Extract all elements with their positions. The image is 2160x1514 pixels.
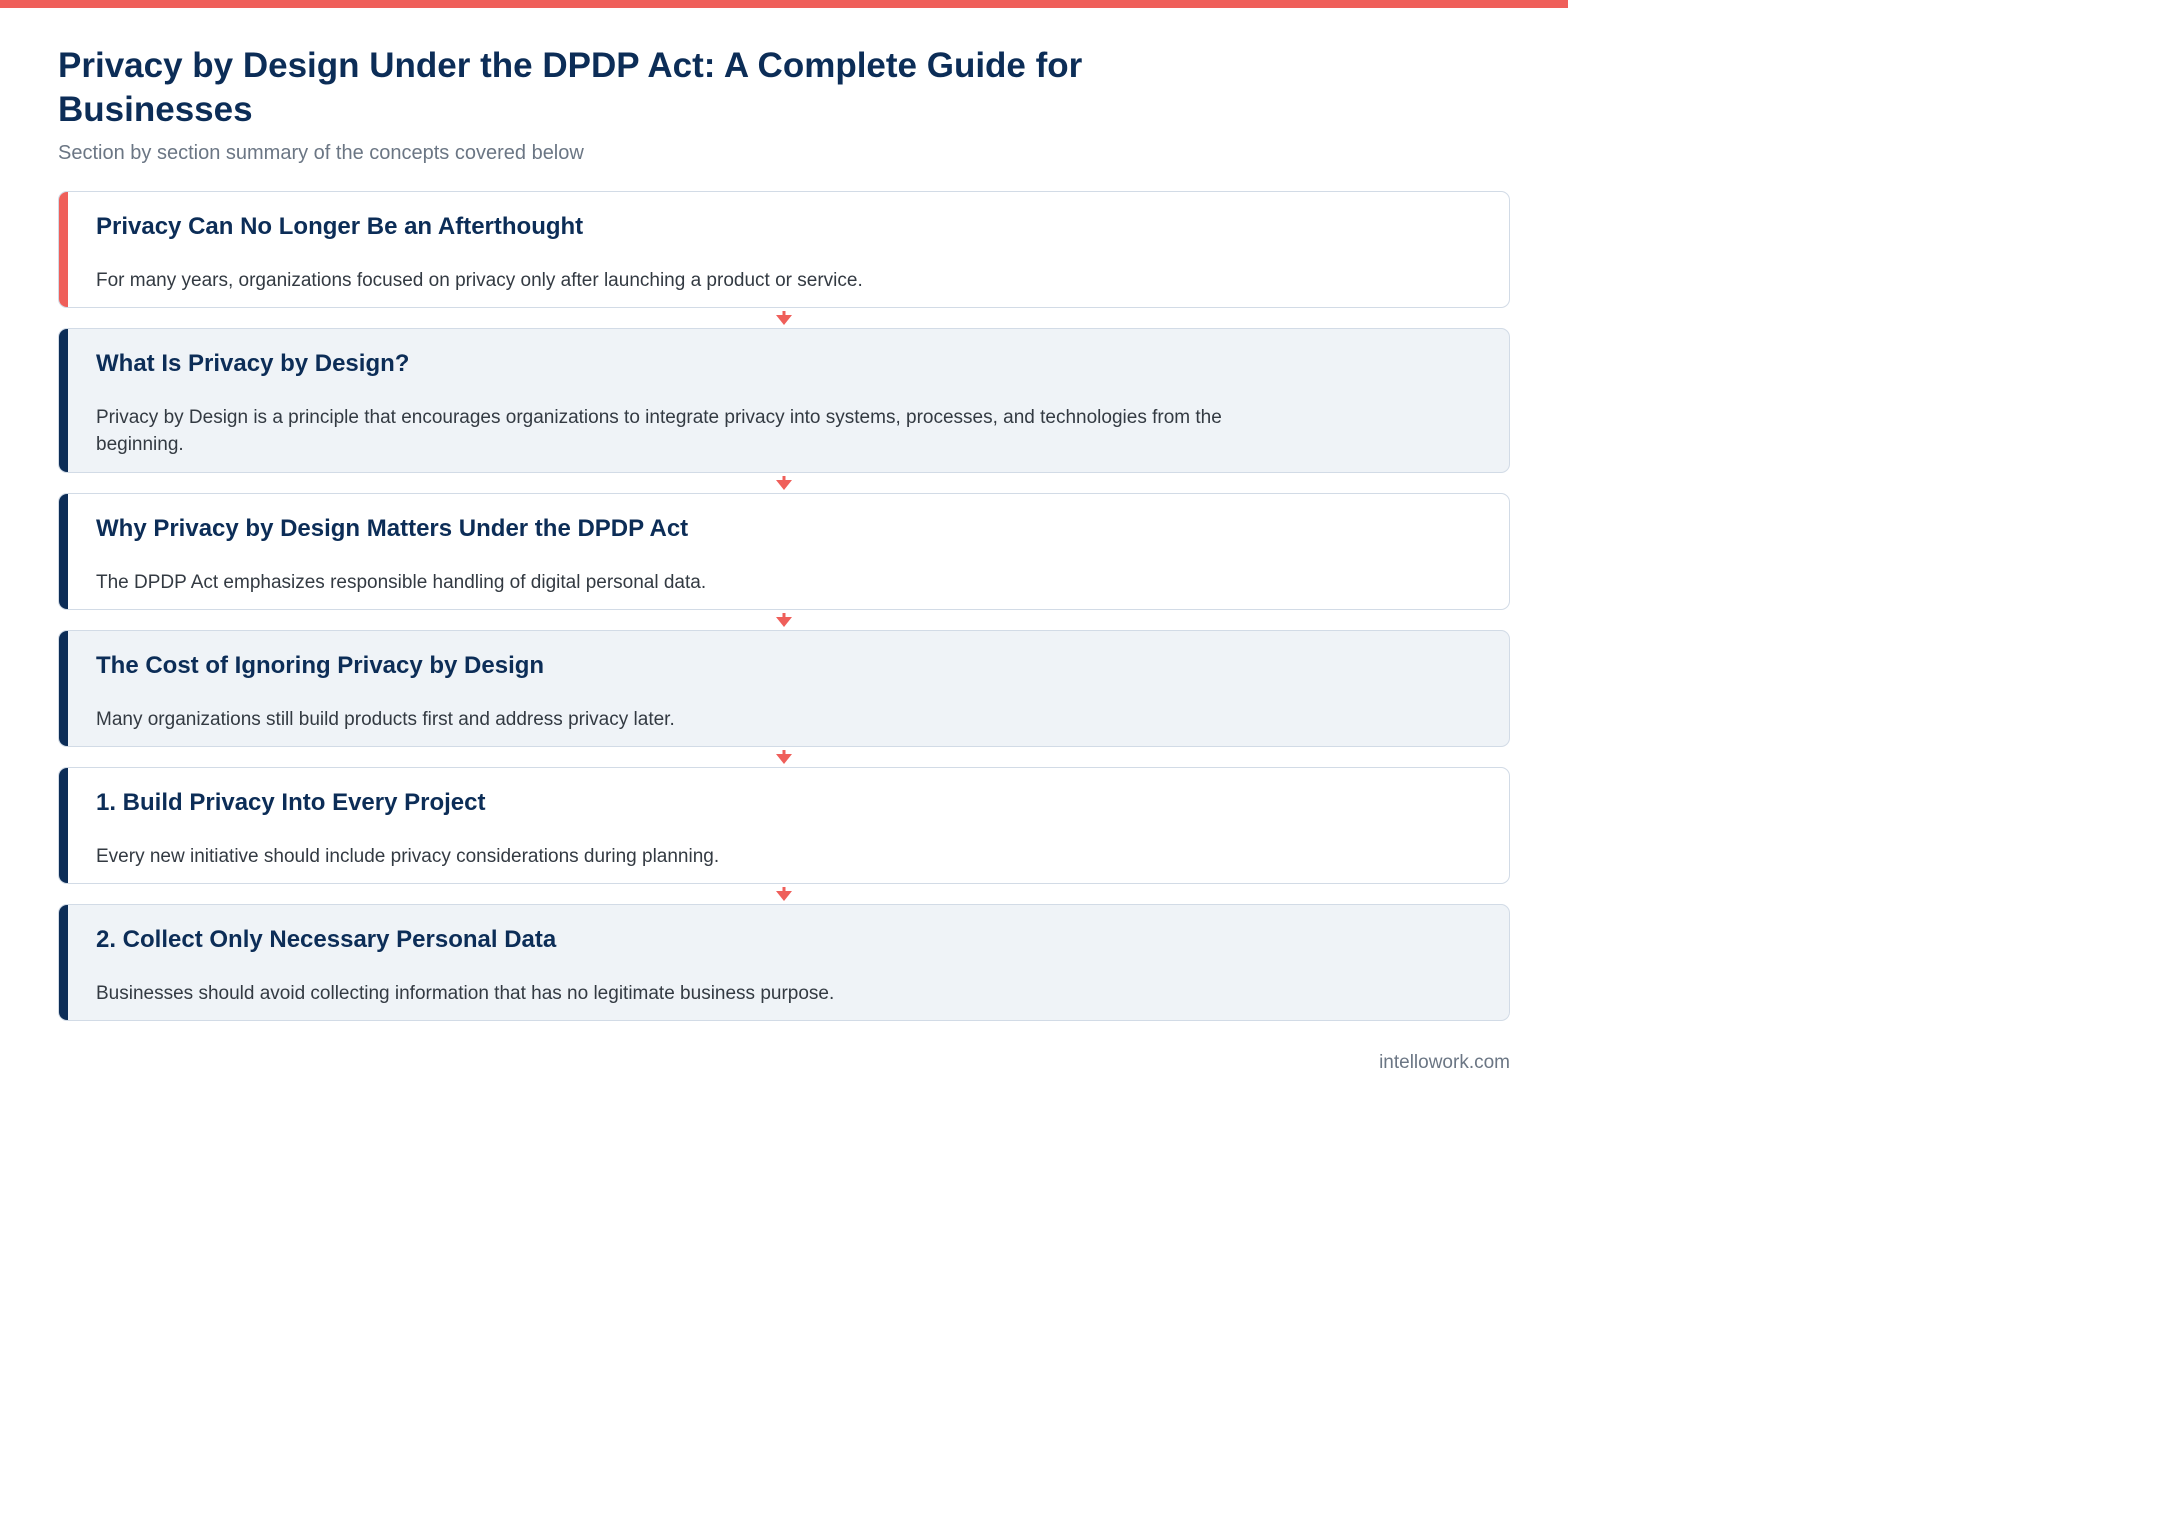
section-summary: Privacy by Design is a principle that en…: [96, 407, 1222, 455]
arrow-down-icon: [776, 750, 792, 764]
card-accent-bar: [59, 192, 68, 307]
section-title: The Cost of Ignoring Privacy by Design: [96, 652, 545, 679]
arrow-down-icon: [776, 613, 792, 627]
card-accent-bar: [59, 494, 68, 609]
section-card: Why Privacy by Design Matters Under the …: [58, 493, 1510, 610]
section-card: 1. Build Privacy Into Every Project Ever…: [58, 767, 1510, 884]
card-accent-bar: [59, 631, 68, 746]
section-title: Why Privacy by Design Matters Under the …: [96, 515, 689, 542]
section-card: The Cost of Ignoring Privacy by Design M…: [58, 630, 1510, 747]
arrow-down-icon: [776, 887, 792, 901]
flow-connector: [58, 884, 1510, 904]
page-title: Privacy by Design Under the DPDP Act: A …: [58, 46, 1083, 129]
section-summary: Many organizations still build products …: [96, 709, 675, 730]
flow-connector: [58, 747, 1510, 767]
section-card: What Is Privacy by Design? Privacy by De…: [58, 328, 1510, 473]
section-summary: Businesses should avoid collecting infor…: [96, 983, 835, 1004]
arrow-down-icon: [776, 476, 792, 490]
section-title: 1. Build Privacy Into Every Project: [96, 789, 486, 816]
section-summary: The DPDP Act emphasizes responsible hand…: [96, 572, 707, 593]
card-accent-bar: [59, 329, 68, 472]
flow-connector: [58, 473, 1510, 493]
source-credit: intellowork.com: [1379, 1052, 1510, 1073]
top-accent-bar: [0, 0, 1568, 8]
section-flow: Privacy Can No Longer Be an Afterthought…: [58, 191, 1510, 1021]
section-title: Privacy Can No Longer Be an Afterthought: [96, 213, 584, 240]
section-title: What Is Privacy by Design?: [96, 350, 410, 377]
section-card: 2. Collect Only Necessary Personal Data …: [58, 904, 1510, 1021]
flow-connector: [58, 610, 1510, 630]
page-subtitle: Section by section summary of the concep…: [58, 142, 584, 164]
section-summary: For many years, organizations focused on…: [96, 270, 863, 291]
card-accent-bar: [59, 768, 68, 883]
section-summary: Every new initiative should include priv…: [96, 846, 720, 867]
section-card: Privacy Can No Longer Be an Afterthought…: [58, 191, 1510, 308]
card-accent-bar: [59, 905, 68, 1020]
section-title: 2. Collect Only Necessary Personal Data: [96, 926, 557, 953]
flow-connector: [58, 308, 1510, 328]
arrow-down-icon: [776, 311, 792, 325]
